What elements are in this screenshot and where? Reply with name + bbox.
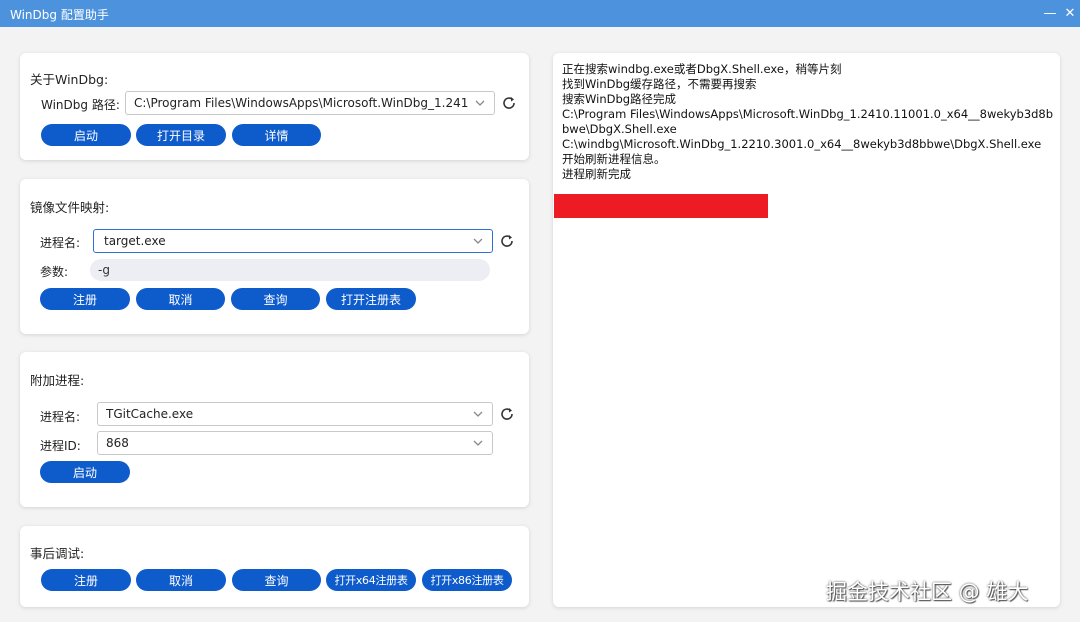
title-bar: WinDbg 配置助手 — ✕	[0, 0, 1080, 27]
refresh-icon[interactable]	[499, 406, 515, 422]
log-lines: 正在搜索windbg.exe或者DbgX.Shell.exe，稍等片刻 找到Wi…	[562, 62, 1054, 182]
chevron-down-icon	[475, 100, 485, 106]
log-line: 进程刷新完成	[562, 167, 631, 181]
refresh-icon[interactable]	[499, 233, 515, 249]
attach-pid-select[interactable]: 868	[97, 431, 493, 455]
watermark-text: 掘金技术社区 @ 雄大	[826, 580, 1029, 604]
chevron-down-icon	[473, 411, 483, 417]
log-line: 找到WinDbg缓存路径，不需要再搜索	[562, 77, 757, 91]
attach-process-label: 进程名:	[40, 410, 81, 424]
about-windbg-card: 关于WinDbg: WinDbg 路径: C:\Program Files\Wi…	[20, 53, 529, 160]
close-icon[interactable]: ✕	[1052, 0, 1080, 27]
refresh-icon[interactable]	[501, 95, 517, 111]
postmortem-register-button[interactable]: 注册	[41, 569, 131, 591]
ifeo-process-select[interactable]: target.exe	[93, 229, 493, 253]
about-windbg-title: 关于WinDbg:	[30, 72, 109, 87]
ifeo-query-button[interactable]: 查询	[231, 288, 320, 310]
postmortem-query-button[interactable]: 查询	[232, 569, 321, 591]
open-x64-registry-button[interactable]: 打开x64注册表	[326, 569, 416, 591]
ifeo-process-label: 进程名:	[40, 236, 81, 250]
windbg-path-value: C:\Program Files\WindowsApps\Microsoft.W…	[134, 96, 468, 110]
log-line: C:\Program Files\WindowsApps\Microsoft.W…	[562, 107, 1054, 136]
log-line: 正在搜索windbg.exe或者DbgX.Shell.exe，稍等片刻	[562, 62, 842, 76]
attach-process-value: TGitCache.exe	[106, 407, 194, 421]
launch-windbg-button[interactable]: 启动	[41, 124, 131, 146]
attach-process-select[interactable]: TGitCache.exe	[97, 402, 493, 426]
postmortem-title: 事后调试:	[30, 546, 85, 561]
log-line: 开始刷新进程信息。	[562, 152, 666, 166]
ifeo-register-button[interactable]: 注册	[40, 288, 130, 310]
ifeo-args-input[interactable]: -g	[90, 259, 490, 281]
attach-process-title: 附加进程:	[30, 373, 85, 388]
window-title: WinDbg 配置助手	[10, 8, 109, 22]
log-line: C:\windbg\Microsoft.WinDbg_1.2210.3001.0…	[562, 137, 1042, 151]
windbg-path-select[interactable]: C:\Program Files\WindowsApps\Microsoft.W…	[125, 91, 495, 115]
log-output-panel[interactable]: 正在搜索windbg.exe或者DbgX.Shell.exe，稍等片刻 找到Wi…	[553, 53, 1060, 607]
open-directory-button[interactable]: 打开目录	[136, 124, 226, 146]
attach-pid-value: 868	[106, 436, 129, 450]
postmortem-card: 事后调试: 注册 取消 查询 打开x64注册表 打开x86注册表	[20, 526, 529, 607]
details-button[interactable]: 详情	[232, 124, 321, 146]
image-file-mapping-title: 镜像文件映射:	[30, 200, 110, 215]
chevron-down-icon	[473, 238, 483, 244]
ifeo-open-registry-button[interactable]: 打开注册表	[326, 288, 416, 310]
postmortem-cancel-button[interactable]: 取消	[136, 569, 226, 591]
attach-process-card: 附加进程: 进程名: TGitCache.exe 进程ID: 868 启动	[20, 352, 529, 507]
image-file-mapping-card: 镜像文件映射: 进程名: target.exe 参数: -g 注册 取消 查询 …	[20, 179, 529, 334]
attach-pid-label: 进程ID:	[40, 439, 81, 453]
ifeo-process-value: target.exe	[104, 234, 166, 248]
chevron-down-icon	[473, 440, 483, 446]
log-line: 搜索WinDbg路径完成	[562, 92, 677, 106]
windbg-path-label: WinDbg 路径:	[41, 98, 120, 112]
ifeo-args-label: 参数:	[40, 265, 69, 279]
redaction-block	[554, 194, 768, 218]
attach-launch-button[interactable]: 启动	[40, 461, 130, 483]
ifeo-cancel-button[interactable]: 取消	[136, 288, 225, 310]
open-x86-registry-button[interactable]: 打开x86注册表	[422, 569, 512, 591]
